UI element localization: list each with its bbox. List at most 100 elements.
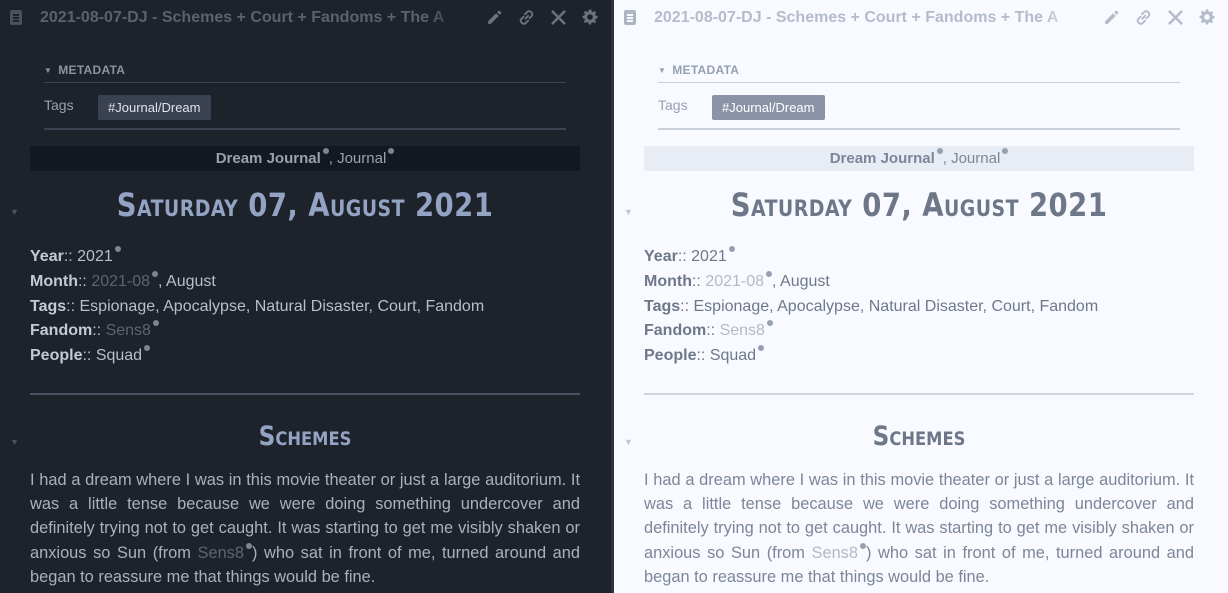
page-title: Saturday 07, August 2021 — [730, 186, 1108, 224]
prop-month: Month:: 2021-08 , August — [30, 270, 484, 295]
title-actions — [485, 8, 599, 26]
pencil-icon[interactable] — [485, 8, 503, 26]
breadcrumb-banner: Dream Journal, Journal — [30, 146, 580, 171]
prop-sep: :: — [677, 248, 692, 265]
prop-people: People:: Squad — [30, 344, 484, 369]
prop-fandom: Fandom:: Sens8 — [30, 319, 484, 344]
prop-value: , August — [772, 272, 830, 290]
prop-value: Espionage, Apocalypse, Natural Disaster,… — [79, 297, 485, 315]
banner-link-journal[interactable]: Journal — [337, 150, 386, 167]
prop-sep: :: — [706, 322, 720, 340]
close-icon[interactable] — [1166, 8, 1184, 26]
breadcrumb-banner: Dream Journal, Journal — [644, 146, 1194, 171]
prop-link-fandom[interactable]: Sens8 — [106, 322, 151, 339]
prop-key: Tags — [30, 297, 67, 315]
body-paragraph: I had a dream where I was in this movie … — [30, 468, 580, 589]
section-heading-schemes: Schemes — [872, 421, 966, 452]
prop-value: 2021 — [691, 248, 727, 265]
prop-tags: Tags:: Espionage, Apocalypse, Natural Di… — [644, 295, 1098, 320]
prop-key: Year — [644, 248, 678, 265]
banner-link-journal[interactable]: Journal — [951, 150, 1000, 167]
document-icon — [10, 10, 22, 25]
link-dot-icon — [1002, 148, 1009, 154]
fold-triangle-icon[interactable]: ▼ — [624, 437, 633, 447]
metadata-label: METADATA — [672, 63, 740, 77]
metadata-divider — [44, 82, 566, 83]
horizontal-rule — [644, 393, 1194, 395]
prop-fandom: Fandom:: Sens8 — [644, 319, 1098, 344]
prop-key: Month — [30, 272, 78, 290]
prop-key: Fandom — [644, 322, 707, 340]
prop-sep: :: — [66, 297, 80, 315]
prop-key: Tags — [644, 297, 681, 315]
properties-block: Year:: 2021 Month:: 2021-08 , August Tags… — [30, 245, 484, 369]
dark-pane: 2021-08-07-DJ - Schemes + Court + Fandom… — [0, 0, 611, 593]
link-dot-icon — [144, 345, 151, 352]
prop-people: People:: Squad — [644, 344, 1098, 369]
tag-pill[interactable]: #Journal/Dream — [98, 95, 211, 120]
tag-pill[interactable]: #Journal/Dream — [712, 95, 825, 120]
link-dot-icon — [114, 246, 121, 252]
metadata-header[interactable]: ▼ METADATA — [658, 63, 739, 77]
prop-value: 2021 — [77, 248, 113, 265]
horizontal-rule — [30, 393, 580, 395]
banner-separator: , — [328, 150, 333, 167]
prop-sep: :: — [63, 248, 78, 265]
prop-year: Year:: 2021 — [644, 245, 1098, 270]
page-title: Saturday 07, August 2021 — [116, 186, 494, 224]
link-dot-icon — [152, 320, 159, 327]
prop-month: Month:: 2021-08 , August — [644, 270, 1098, 295]
banner-link-dream-journal[interactable]: Dream Journal — [216, 150, 321, 167]
link-dot-icon — [388, 148, 395, 154]
link-dot-icon — [758, 345, 765, 352]
light-pane: 2021-08-07-DJ - Schemes + Court + Fandom… — [614, 0, 1228, 593]
metadata-header[interactable]: ▼ METADATA — [44, 63, 125, 77]
prop-sep: :: — [680, 297, 694, 315]
fold-triangle-icon[interactable]: ▼ — [10, 437, 19, 447]
gear-icon[interactable] — [581, 8, 599, 26]
paragraph-link-sens8[interactable]: Sens8 — [198, 544, 244, 562]
title-actions — [1102, 8, 1216, 26]
prop-sep: :: — [77, 272, 92, 290]
close-icon[interactable] — [549, 8, 567, 26]
prop-link-month[interactable]: 2021-08 — [91, 273, 150, 290]
prop-value: , August — [158, 272, 216, 290]
title-bar: 2021-08-07-DJ - Schemes + Court + Fandom… — [614, 0, 1228, 36]
link-icon[interactable] — [1134, 8, 1152, 26]
pencil-icon[interactable] — [1102, 8, 1120, 26]
metadata-bottom-divider — [44, 128, 566, 130]
fold-triangle-icon: ▼ — [44, 65, 53, 75]
prop-key: People — [644, 347, 697, 365]
properties-block: Year:: 2021 Month:: 2021-08 , August Tags… — [644, 245, 1098, 369]
section-heading-schemes: Schemes — [258, 421, 352, 452]
banner-link-dream-journal[interactable]: Dream Journal — [830, 150, 935, 167]
prop-sep: :: — [691, 272, 706, 290]
prop-link-fandom[interactable]: Sens8 — [720, 322, 765, 339]
metadata-bottom-divider — [658, 128, 1180, 130]
prop-value[interactable]: Squad — [96, 347, 142, 364]
prop-sep: :: — [82, 347, 96, 365]
prop-year: Year:: 2021 — [30, 245, 484, 270]
tags-label: Tags — [44, 97, 74, 113]
note-title[interactable]: 2021-08-07-DJ - Schemes + Court + Fandom… — [654, 9, 1082, 27]
note-title[interactable]: 2021-08-07-DJ - Schemes + Court + Fandom… — [40, 9, 468, 27]
paragraph-link-sens8[interactable]: Sens8 — [812, 544, 858, 562]
link-icon[interactable] — [517, 8, 535, 26]
fold-triangle-icon: ▼ — [658, 65, 667, 75]
prop-tags: Tags:: Espionage, Apocalypse, Natural Di… — [30, 295, 484, 320]
tags-label: Tags — [658, 97, 688, 113]
document-icon — [624, 10, 636, 25]
banner-separator: , — [942, 150, 947, 167]
gear-icon[interactable] — [1198, 8, 1216, 26]
prop-link-month[interactable]: 2021-08 — [705, 273, 764, 290]
fold-triangle-icon[interactable]: ▼ — [624, 207, 633, 217]
metadata-divider — [658, 82, 1180, 83]
body-paragraph: I had a dream where I was in this movie … — [644, 468, 1194, 589]
fold-triangle-icon[interactable]: ▼ — [10, 207, 19, 217]
prop-key: People — [30, 347, 83, 365]
prop-value[interactable]: Squad — [710, 347, 756, 364]
prop-key: Year — [30, 248, 64, 265]
link-dot-icon — [766, 320, 773, 327]
prop-key: Month — [644, 272, 692, 290]
link-dot-icon — [728, 246, 735, 252]
